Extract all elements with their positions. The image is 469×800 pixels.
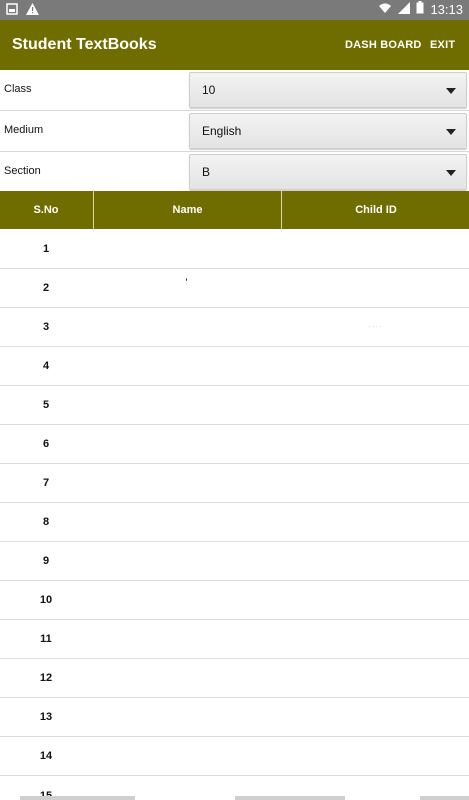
column-header-sno: S.No	[33, 204, 59, 216]
status-bar: 13:13	[0, 0, 469, 20]
dashboard-button[interactable]: DASH BOARD	[345, 39, 422, 51]
bottom-scroll-indicator	[0, 796, 469, 800]
table-row[interactable]: 13	[0, 698, 469, 737]
table-row[interactable]: 14	[0, 737, 469, 776]
cell-sno: 6	[42, 438, 50, 450]
table-row[interactable]: 9	[0, 542, 469, 581]
class-label: Class	[4, 83, 32, 95]
medium-filter-row: Medium English	[0, 111, 469, 152]
exit-button[interactable]: EXIT	[430, 39, 455, 51]
cell-sno: 1	[42, 243, 50, 255]
table-row[interactable]: 3 · · · ·	[0, 308, 469, 347]
app-title: Student TextBooks	[12, 36, 157, 53]
table-row[interactable]: 10	[0, 581, 469, 620]
dropdown-arrow-icon	[446, 129, 456, 135]
section-value: B	[202, 165, 211, 179]
class-value: 10	[202, 83, 216, 97]
dropdown-arrow-icon	[446, 170, 456, 176]
table-row[interactable]: 12	[0, 659, 469, 698]
cell-sno: 9	[42, 555, 50, 567]
medium-label: Medium	[4, 124, 44, 136]
cell-sno: 7	[42, 477, 50, 489]
table-row[interactable]: 7	[0, 464, 469, 503]
cell-sno: 11	[40, 633, 52, 645]
table-row[interactable]: 4	[0, 347, 469, 386]
table-row[interactable]: 1	[0, 230, 469, 269]
section-filter-row: Section B	[0, 152, 469, 190]
class-filter-row: Class 10	[0, 70, 469, 111]
table-header: S.No Name Child ID	[0, 191, 469, 229]
medium-value: English	[202, 124, 242, 138]
table-row[interactable]: 5	[0, 386, 469, 425]
app-bar: Student TextBooks DASH BOARD EXIT	[0, 20, 469, 70]
table-row[interactable]: 2 '	[0, 269, 469, 308]
cell-sno: 4	[42, 360, 50, 372]
status-time: 13:13	[430, 1, 463, 17]
cell-sno: 5	[42, 399, 50, 411]
medium-dropdown[interactable]: English	[189, 113, 467, 149]
signal-icon	[398, 1, 411, 17]
cell-child-id: · · · ·	[368, 324, 382, 330]
column-header-name: Name	[93, 191, 281, 229]
cell-sno: 12	[39, 672, 53, 684]
section-label: Section	[4, 165, 41, 177]
dropdown-arrow-icon	[446, 88, 456, 94]
cell-sno: 3	[42, 321, 50, 333]
cell-sno: 10	[39, 594, 53, 606]
class-dropdown[interactable]: 10	[189, 72, 467, 108]
cell-sno: 8	[42, 516, 50, 528]
cell-sno: 14	[39, 750, 53, 762]
table-row[interactable]: 6	[0, 425, 469, 464]
battery-icon	[416, 1, 424, 17]
cell-sno: 2	[42, 282, 50, 294]
column-header-child-id: Child ID	[281, 191, 469, 229]
cell-name: '	[185, 277, 188, 289]
image-icon	[6, 2, 18, 20]
section-dropdown[interactable]: B	[189, 154, 467, 190]
cell-sno: 13	[39, 711, 53, 723]
warning-icon	[26, 2, 39, 20]
table-body[interactable]: 1 2 ' 3 · · · · 4 5 6 7 8 9 10 11 12 13 …	[0, 230, 469, 800]
table-row[interactable]: 11	[0, 620, 469, 659]
wifi-icon	[378, 2, 392, 17]
table-row[interactable]: 8	[0, 503, 469, 542]
